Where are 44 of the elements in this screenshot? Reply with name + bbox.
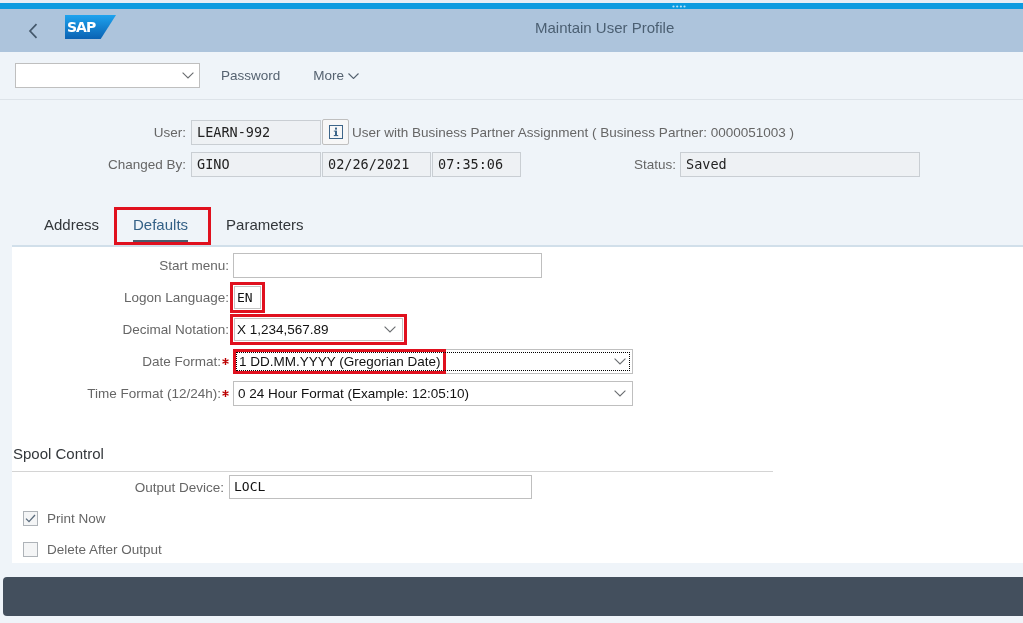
checkbox-label[interactable]: Delete After Output [47, 541, 162, 557]
chevron-down-icon [348, 72, 360, 79]
checkbox[interactable] [23, 541, 38, 557]
field-label: Start menu: [159, 258, 229, 273]
logo: SAP [65, 15, 116, 39]
chevron-down-icon [614, 358, 626, 365]
tab[interactable]: Parameters [211, 207, 319, 245]
input-field[interactable]: EN [230, 282, 265, 313]
field-label: Date Format: [142, 354, 221, 369]
field-label: User: [153, 124, 186, 140]
back-icon [28, 23, 38, 39]
menu-button[interactable]: More [313, 68, 360, 83]
field-label: Status: [633, 156, 676, 172]
time-field[interactable]: 07:35:06 [432, 151, 521, 177]
field-label: Changed By: [107, 156, 186, 172]
field-label: Logon Language: [123, 290, 229, 305]
input-field[interactable]: LOCL [229, 475, 532, 499]
checkbox-label[interactable]: Print Now [47, 510, 106, 526]
date-field[interactable]: 02/26/2021 [322, 151, 431, 177]
field-label: Output Device: [134, 479, 224, 495]
info-icon [328, 125, 343, 139]
section-title: Spool Control [13, 445, 104, 462]
page-title: Maintain User Profile [535, 19, 675, 37]
tab[interactable]: Address [29, 207, 115, 245]
dropdown-field[interactable] [15, 63, 200, 88]
dropdown-field[interactable]: 1 DD.MM.YYYY (Gregorian Date) [233, 349, 633, 374]
changed-by-field[interactable]: GINO [191, 151, 321, 177]
field-label: Decimal Notation: [122, 322, 229, 337]
toolbar-button[interactable]: Password [221, 68, 281, 83]
chevron-down-icon [614, 390, 626, 397]
grip-icon[interactable] [672, 4, 686, 8]
tab[interactable]: Defaults [114, 207, 212, 245]
input-field[interactable] [233, 253, 542, 278]
dropdown-field[interactable]: X 1,234,567.89 [230, 314, 407, 345]
field-label: Time Format (12/24h): [87, 386, 221, 401]
checkmark-icon [25, 513, 36, 523]
description-text: User with Business Partner Assignment ( Business Partner: 0000051003 ) [352, 124, 794, 140]
chevron-down-icon [384, 326, 396, 333]
dropdown-field[interactable]: 0 24 Hour Format (Example: 12:05:10) [233, 381, 633, 406]
status-field[interactable]: Saved [680, 151, 920, 177]
user-field[interactable]: LEARN-992 [191, 119, 321, 145]
checkbox[interactable] [23, 510, 38, 526]
info-button[interactable] [322, 119, 349, 145]
chevron-down-icon [182, 72, 194, 79]
